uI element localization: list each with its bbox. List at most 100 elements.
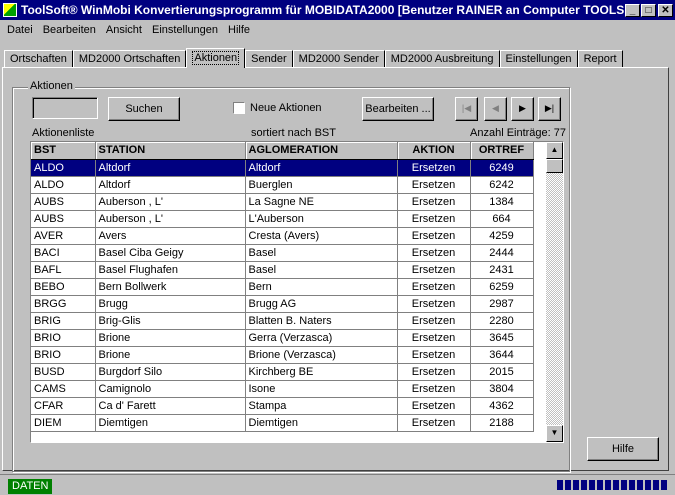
search-button[interactable]: Suchen	[108, 97, 180, 121]
cell-bst: BRGG	[31, 295, 96, 313]
cell-aglomeration: Diemtigen	[245, 414, 398, 432]
tab-ortschaften[interactable]: Ortschaften	[4, 50, 73, 68]
column-header-aglomeration[interactable]: AGLOMERATION	[245, 142, 398, 160]
cell-bst: BAFL	[31, 261, 96, 279]
table-row[interactable]: BACI Basel Ciba Geigy Basel Ersetzen 2444	[31, 244, 534, 262]
cell-aglomeration: Cresta (Avers)	[245, 227, 398, 245]
cell-aglomeration: La Sagne NE	[245, 193, 398, 211]
cell-aktion: Ersetzen	[397, 329, 471, 347]
edit-button[interactable]: Bearbeiten ...	[362, 97, 434, 121]
table-row[interactable]: ALDO Altdorf Buerglen Ersetzen 6242	[31, 176, 534, 194]
cell-aglomeration: Brione (Verzasca)	[245, 346, 398, 364]
cell-ortref: 2444	[470, 244, 534, 262]
nav-first-button[interactable]: |◀	[455, 97, 478, 121]
tab-md2000-ausbreitung[interactable]: MD2000 Ausbreitung	[384, 50, 500, 68]
cell-bst: CFAR	[31, 397, 96, 415]
cell-aglomeration: Isone	[245, 380, 398, 398]
window-title: ToolSoft® WinMobi Konvertierungsprogramm…	[21, 3, 624, 17]
scroll-down-button[interactable]: ▼	[546, 425, 563, 442]
cell-aktion: Ersetzen	[397, 397, 471, 415]
table-row[interactable]: BRIG Brig-Glis Blatten B. Naters Ersetzen 22…	[31, 312, 534, 330]
table-row[interactable]: CFAR Ca d' Farett Stampa Ersetzen 4362	[31, 397, 534, 415]
help-button[interactable]: Hilfe	[587, 437, 659, 461]
cell-station: Brig-Glis	[95, 312, 246, 330]
progress-segment	[645, 480, 651, 490]
maximize-button[interactable]: □	[641, 3, 656, 17]
status-mode: DATEN	[8, 479, 53, 494]
menu-ansicht[interactable]: Ansicht	[101, 22, 147, 38]
table-row[interactable]: BAFL Basel Flughafen Basel Ersetzen 2431	[31, 261, 534, 279]
table-row[interactable]: ALDO Altdorf Altdorf Ersetzen 6249	[31, 159, 534, 177]
cell-bst: AVER	[31, 227, 96, 245]
app-icon	[3, 3, 17, 17]
column-header-station[interactable]: STATION	[95, 142, 246, 160]
tab-report[interactable]: Report	[577, 50, 623, 68]
tab-sender[interactable]: Sender	[245, 50, 293, 68]
cell-aktion: Ersetzen	[397, 193, 471, 211]
table-row[interactable]: BEBO Bern Bollwerk Bern Ersetzen 6259	[31, 278, 534, 296]
cell-station: Bern Bollwerk	[95, 278, 246, 296]
cell-ortref: 4259	[470, 227, 534, 245]
new-actions-checkbox[interactable]	[233, 102, 245, 114]
tab-einstellungen[interactable]: Einstellungen	[499, 50, 578, 68]
cell-bst: BEBO	[31, 278, 96, 296]
table-row[interactable]: BRGG Brugg Brugg AG Ersetzen 2987	[31, 295, 534, 313]
menu-hilfe[interactable]: Hilfe	[223, 22, 255, 38]
cell-bst: ALDO	[31, 176, 96, 194]
table-row[interactable]: AUBS Auberson , L' La Sagne NE Ersetzen 1384	[31, 193, 534, 211]
vertical-scrollbar[interactable]: ▲ ▼	[546, 142, 563, 442]
progress-segment	[589, 480, 595, 490]
menu-bearbeiten[interactable]: Bearbeiten	[38, 22, 101, 38]
tab-aktionen[interactable]: Aktionen	[186, 48, 246, 68]
cell-ortref: 3644	[470, 346, 534, 364]
column-header-ortref[interactable]: ORTREF	[470, 142, 534, 160]
cell-aktion: Ersetzen	[397, 261, 471, 279]
title-bar: ToolSoft® WinMobi Konvertierungsprogramm…	[0, 0, 675, 20]
column-header-bst[interactable]: BST	[31, 142, 96, 160]
cell-aglomeration: Brugg AG	[245, 295, 398, 313]
table-row[interactable]: BRIO Brione Gerra (Verzasca) Ersetzen 3645	[31, 329, 534, 347]
menu-bar: Datei Bearbeiten Ansicht Einstellungen H…	[2, 22, 255, 38]
cell-ortref: 2188	[470, 414, 534, 432]
table-row[interactable]: CAMS Camignolo Isone Ersetzen 3804	[31, 380, 534, 398]
tab-md2000-ortschaften[interactable]: MD2000 Ortschaften	[72, 50, 187, 68]
table-row[interactable]: BRIO Brione Brione (Verzasca) Ersetzen 3644	[31, 346, 534, 364]
cell-ortref: 6249	[470, 159, 534, 177]
progress-segment	[581, 480, 587, 490]
table-row[interactable]: BUSD Burgdorf Silo Kirchberg BE Ersetzen 201…	[31, 363, 534, 381]
scroll-up-button[interactable]: ▲	[546, 142, 563, 159]
scroll-thumb[interactable]	[546, 159, 563, 173]
cell-ortref: 6242	[470, 176, 534, 194]
cell-ortref: 2015	[470, 363, 534, 381]
cell-station: Basel Flughafen	[95, 261, 246, 279]
cell-station: Brione	[95, 346, 246, 364]
nav-last-button[interactable]: ▶|	[538, 97, 561, 121]
cell-aglomeration: Bern	[245, 278, 398, 296]
close-button[interactable]: ✕	[658, 3, 673, 17]
column-header-aktion[interactable]: AKTION	[397, 142, 471, 160]
cell-aktion: Ersetzen	[397, 210, 471, 228]
table-row[interactable]: AUBS Auberson , L' L'Auberson Ersetzen 664	[31, 210, 534, 228]
cell-station: Auberson , L'	[95, 210, 246, 228]
minimize-button[interactable]: _	[625, 3, 640, 17]
cell-station: Altdorf	[95, 159, 246, 177]
nav-prev-button[interactable]: ◀	[484, 97, 507, 121]
table-row[interactable]: DIEM Diemtigen Diemtigen Ersetzen 2188	[31, 414, 534, 432]
search-input[interactable]	[32, 97, 98, 119]
menu-datei[interactable]: Datei	[2, 22, 38, 38]
cell-bst: AUBS	[31, 193, 96, 211]
progress-segment	[637, 480, 643, 490]
cell-station: Avers	[95, 227, 246, 245]
cell-aglomeration: Gerra (Verzasca)	[245, 329, 398, 347]
cell-ortref: 3645	[470, 329, 534, 347]
tab-md2000-sender[interactable]: MD2000 Sender	[292, 50, 385, 68]
cell-bst: BACI	[31, 244, 96, 262]
cell-aktion: Ersetzen	[397, 278, 471, 296]
menu-einstellungen[interactable]: Einstellungen	[147, 22, 223, 38]
cell-bst: BRIG	[31, 312, 96, 330]
table-row[interactable]: AVER Avers Cresta (Avers) Ersetzen 4259	[31, 227, 534, 245]
nav-next-button[interactable]: ▶	[511, 97, 534, 121]
sort-label: sortiert nach BST	[251, 127, 336, 139]
new-actions-checkbox-wrap[interactable]: Neue Aktionen	[233, 102, 322, 114]
actions-grid[interactable]: BST STATION AGLOMERATION AKTION ORTREF A…	[30, 141, 564, 443]
